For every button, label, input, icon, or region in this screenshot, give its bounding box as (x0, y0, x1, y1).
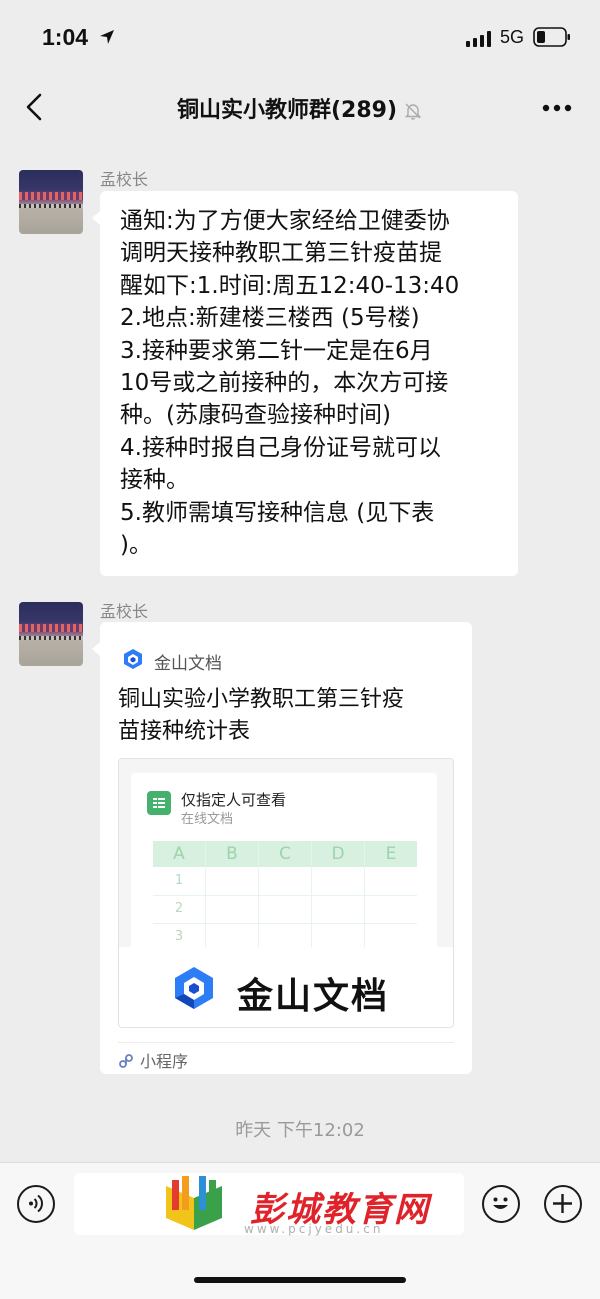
message-line: 种。(苏康码查验接种时间) (120, 402, 391, 429)
location-arrow-icon (100, 30, 114, 44)
text-message-bubble[interactable]: 通知:为了方便大家经给卫健委协 调明天接种教职工第三针疫苗提 醒如下:1.时间:… (92, 191, 518, 576)
row-number: 2 (174, 901, 184, 916)
home-indicator[interactable] (194, 1277, 406, 1283)
sender-name: 孟校长 (100, 170, 149, 189)
voice-icon (29, 1194, 43, 1213)
column-header: D (312, 841, 364, 867)
column-header: C (259, 841, 311, 867)
card-divider (118, 1042, 454, 1043)
message-timestamp: 昨天 下午12:02 (235, 1120, 365, 1141)
watermark-url: www.pcjyedu.cn (244, 1222, 384, 1236)
message-line: 10号或之前接种的，本次方可接 (120, 370, 449, 397)
book-logo-icon (166, 1176, 222, 1230)
network-type: 5G (500, 27, 525, 47)
add-button[interactable] (544, 1185, 582, 1223)
document-type: 在线文档 (181, 812, 234, 827)
watermark: 彭城教育网 www.pcjyedu.cn (74, 1172, 474, 1250)
message-line: 3.接种要求第二针一定是在6月 (120, 337, 433, 364)
card-title: 铜山实验小学教职工第三针疫 苗接种统计表 (118, 684, 404, 748)
card-title-line: 铜山实验小学教职工第三针疫 (118, 687, 405, 712)
status-bar: 1:04 5G (0, 0, 600, 80)
message-line: 通知:为了方便大家经给卫健委协 (120, 208, 450, 234)
sheet-preview: 仅指定人可查看 在线文档 A B C D E 1 2 3 (131, 773, 437, 961)
column-header: A (153, 841, 205, 867)
column-header: B (206, 841, 258, 867)
emoji-button[interactable] (482, 1185, 520, 1223)
sender-avatar[interactable] (19, 170, 83, 234)
message-line: 醒如下:1.时间:周五12:40-13:40 (120, 272, 460, 299)
spreadsheet-icon (147, 791, 171, 815)
chat-header: 铜山实小教师群(289) (0, 80, 600, 138)
message-line: )。 (120, 532, 152, 559)
sender-avatar[interactable] (19, 602, 83, 666)
message-line: 2.地点:新建楼三楼西 (5号楼) (120, 305, 420, 332)
group-name: 铜山实小教师群(289) (176, 98, 398, 123)
card-source-name: 金山文档 (154, 654, 222, 674)
document-preview: 仅指定人可查看 在线文档 A B C D E 1 2 3 金山文档 (118, 758, 454, 1028)
chat-title: 铜山实小教师群(289) (0, 92, 600, 124)
column-header: E (365, 841, 417, 867)
voice-button[interactable] (17, 1185, 55, 1223)
card-footer: 小程序 (118, 1048, 188, 1072)
battery-icon (533, 27, 570, 47)
permission-label: 仅指定人可查看 (181, 791, 287, 809)
brand-banner: 金山文档 (119, 947, 453, 1027)
emoji-icon (493, 1197, 508, 1209)
message-line: 5.教师需填写接种信息 (见下表 (120, 499, 435, 526)
message-line: 调明天接种教职工第三针疫苗提 (120, 240, 442, 267)
more-options-icon[interactable] (542, 104, 572, 112)
kdocs-logo-icon (175, 967, 213, 1009)
row-number: 3 (174, 929, 184, 944)
status-time: 1:04 (42, 24, 89, 50)
signal-icon (466, 31, 491, 47)
sender-name: 孟校长 (100, 602, 149, 621)
plus-icon (553, 1194, 572, 1213)
message-line: 4.接种时报自己身份证号就可以 (120, 434, 441, 461)
message-line: 接种。 (120, 467, 189, 494)
sheet-grid: A B C D E 1 2 3 (153, 841, 417, 961)
kdocs-logo-icon (124, 649, 142, 669)
row-number: 1 (174, 873, 184, 888)
mini-program-label: 小程序 (140, 1052, 189, 1071)
mini-program-card[interactable]: 金山文档 铜山实验小学教职工第三针疫 苗接种统计表 仅指定人可查看 在线文档 A… (92, 622, 472, 1074)
brand-name: 金山文档 (237, 976, 390, 1017)
mini-program-icon (119, 1054, 133, 1068)
card-title-line: 苗接种统计表 (118, 719, 251, 744)
mute-bell-icon (404, 103, 422, 120)
